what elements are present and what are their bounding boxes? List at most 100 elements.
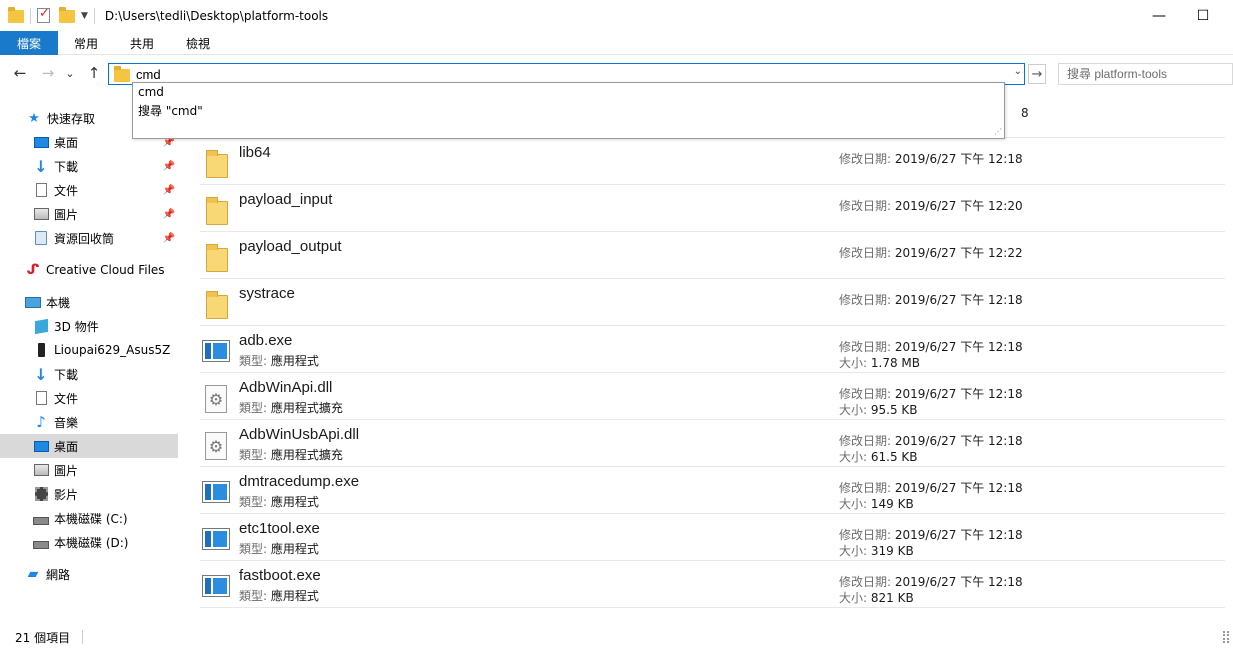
application-icon bbox=[202, 479, 230, 507]
file-list: 8 lib64 修改日期: 2019/6/27 下午 12:18 payload… bbox=[187, 91, 1225, 624]
tab-view[interactable]: 檢視 bbox=[170, 31, 226, 55]
file-date: 修改日期: 2019/6/27 下午 12:18 bbox=[839, 387, 1023, 401]
file-type: 類型: 應用程式 bbox=[239, 589, 319, 603]
sidebar-item-label: 資源回收筒 bbox=[54, 231, 115, 246]
maximize-button[interactable]: ☐ bbox=[1180, 0, 1226, 31]
back-button[interactable]: ← bbox=[10, 64, 30, 82]
sidebar-item-this-pc[interactable]: 本機 bbox=[0, 290, 178, 314]
downloads-icon: ↓ bbox=[34, 364, 48, 384]
sidebar-item-drive-d[interactable]: 本機磁碟 (D:) bbox=[0, 530, 178, 554]
search-box[interactable] bbox=[1058, 63, 1233, 85]
customize-toolbar-dropdown-icon[interactable]: ▼ bbox=[81, 11, 88, 21]
up-button[interactable]: ↑ bbox=[84, 64, 104, 82]
resize-grip-icon[interactable] bbox=[1223, 631, 1229, 643]
application-icon bbox=[202, 573, 230, 601]
sidebar-item-label: 本機磁碟 (C:) bbox=[54, 511, 128, 526]
file-name: payload_output bbox=[239, 238, 342, 255]
recent-locations-dropdown[interactable]: ⌄ bbox=[63, 64, 77, 82]
list-item[interactable]: payload_input 修改日期: 2019/6/27 下午 12:20 bbox=[200, 185, 1225, 232]
ribbon-tabs: 檔案 常用 共用 檢視 bbox=[0, 31, 1233, 55]
file-date: 修改日期: 2019/6/27 下午 12:18 bbox=[839, 293, 1023, 307]
sidebar-item-label: 音樂 bbox=[54, 415, 79, 430]
file-date: 修改日期: 2019/6/27 下午 12:20 bbox=[839, 199, 1023, 213]
sidebar-item-network[interactable]: ▰ 網路 bbox=[0, 562, 178, 586]
sidebar-item-recycle-bin[interactable]: 資源回收筒 📌 bbox=[0, 226, 178, 250]
divider bbox=[30, 7, 31, 24]
network-icon: ▰ bbox=[27, 566, 39, 582]
phone-icon bbox=[33, 342, 49, 358]
file-name: etc1tool.exe bbox=[239, 520, 320, 537]
folder-icon bbox=[114, 66, 130, 82]
resize-grip-icon[interactable]: ⋰ bbox=[994, 128, 1002, 136]
sidebar-item-label: 文件 bbox=[54, 391, 79, 406]
list-item[interactable]: payload_output 修改日期: 2019/6/27 下午 12:22 bbox=[200, 232, 1225, 279]
folder-icon bbox=[202, 197, 230, 225]
sidebar-item-music[interactable]: ♪ 音樂 bbox=[0, 410, 178, 434]
tab-share[interactable]: 共用 bbox=[114, 31, 170, 55]
file-name: fastboot.exe bbox=[239, 567, 321, 584]
sidebar-item-label: 影片 bbox=[54, 487, 79, 502]
go-button[interactable]: → bbox=[1028, 64, 1046, 84]
sidebar-item-label: 3D 物件 bbox=[54, 319, 99, 334]
videos-icon bbox=[33, 486, 49, 502]
address-input[interactable] bbox=[136, 65, 996, 83]
sidebar-item-3d-objects[interactable]: 3D 物件 bbox=[0, 314, 178, 338]
suggestion-item[interactable]: cmd bbox=[133, 83, 1004, 102]
list-item[interactable]: ⚙ AdbWinUsbApi.dll 類型: 應用程式擴充 修改日期: 2019… bbox=[200, 420, 1225, 467]
file-size: 大小: 149 KB bbox=[839, 497, 914, 511]
list-item[interactable]: fastboot.exe 類型: 應用程式 修改日期: 2019/6/27 下午… bbox=[200, 561, 1225, 608]
file-type: 類型: 應用程式擴充 bbox=[239, 448, 343, 462]
3d-objects-icon bbox=[33, 318, 49, 334]
divider bbox=[93, 7, 95, 24]
pictures-icon bbox=[33, 206, 49, 222]
this-pc-icon bbox=[25, 294, 41, 310]
divider bbox=[82, 630, 84, 644]
file-date: 修改日期: 2019/6/27 下午 12:18 bbox=[839, 152, 1023, 166]
list-item[interactable]: systrace 修改日期: 2019/6/27 下午 12:18 bbox=[200, 279, 1225, 326]
file-name: adb.exe bbox=[239, 332, 293, 349]
sidebar-item-documents[interactable]: 文件 bbox=[0, 386, 178, 410]
sidebar-item-label: 圖片 bbox=[54, 207, 79, 222]
sidebar-item-downloads-pinned[interactable]: ↓ 下載 📌 bbox=[0, 154, 178, 178]
sidebar-item-label: 網路 bbox=[46, 567, 71, 582]
content-scrollbar[interactable] bbox=[1225, 91, 1233, 624]
file-type: 類型: 應用程式擴充 bbox=[239, 401, 343, 415]
sidebar-item-downloads[interactable]: ↓ 下載 bbox=[0, 362, 178, 386]
sidebar-item-desktop[interactable]: 桌面 bbox=[0, 434, 178, 458]
minimize-button[interactable]: — bbox=[1136, 0, 1182, 31]
sidebar-item-label: 下載 bbox=[54, 367, 79, 382]
sidebar-item-label: 下載 bbox=[54, 159, 79, 174]
sidebar-item-videos[interactable]: 影片 bbox=[0, 482, 178, 506]
tab-home[interactable]: 常用 bbox=[58, 31, 114, 55]
sidebar-item-label: 桌面 bbox=[54, 439, 79, 454]
list-item[interactable]: dmtracedump.exe 類型: 應用程式 修改日期: 2019/6/27… bbox=[200, 467, 1225, 514]
sidebar-item-documents-pinned[interactable]: 文件 📌 bbox=[0, 178, 178, 202]
chevron-down-icon[interactable]: ⌄ bbox=[1014, 66, 1022, 77]
folder-icon bbox=[202, 244, 230, 272]
navigation-pane: ★ 快速存取 桌面 📌 ↓ 下載 📌 文件 📌 圖片 📌 資源回收筒 📌 ᔑ C… bbox=[0, 91, 178, 624]
sidebar-item-drive-c[interactable]: 本機磁碟 (C:) bbox=[0, 506, 178, 530]
sidebar-item-phone[interactable]: Lioupai629_Asus5Z bbox=[0, 338, 178, 362]
sidebar-item-creative-cloud[interactable]: ᔑ Creative Cloud Files bbox=[0, 258, 178, 282]
list-item[interactable]: etc1tool.exe 類型: 應用程式 修改日期: 2019/6/27 下午… bbox=[200, 514, 1225, 561]
file-name: lib64 bbox=[239, 144, 271, 161]
sidebar-item-pictures-pinned[interactable]: 圖片 📌 bbox=[0, 202, 178, 226]
sidebar-scrollbar[interactable] bbox=[178, 91, 187, 624]
list-item[interactable] bbox=[200, 608, 1225, 624]
tab-file[interactable]: 檔案 bbox=[0, 31, 59, 55]
pin-icon: 📌 bbox=[162, 160, 175, 172]
suggestion-item[interactable]: 搜尋 "cmd" bbox=[133, 102, 1004, 121]
properties-icon[interactable] bbox=[37, 6, 53, 24]
sidebar-item-pictures[interactable]: 圖片 bbox=[0, 458, 178, 482]
dll-gear-icon: ⚙ bbox=[202, 432, 230, 460]
list-item[interactable]: adb.exe 類型: 應用程式 修改日期: 2019/6/27 下午 12:1… bbox=[200, 326, 1225, 373]
list-item[interactable]: lib64 修改日期: 2019/6/27 下午 12:18 bbox=[200, 138, 1225, 185]
sidebar-item-label: 桌面 bbox=[54, 135, 79, 150]
folder-icon bbox=[8, 6, 24, 24]
list-item[interactable]: ⚙ AdbWinApi.dll 類型: 應用程式擴充 修改日期: 2019/6/… bbox=[200, 373, 1225, 420]
search-input[interactable] bbox=[1067, 64, 1227, 84]
new-folder-icon[interactable] bbox=[59, 6, 75, 24]
documents-icon bbox=[33, 182, 49, 198]
folder-icon bbox=[202, 150, 230, 178]
forward-button[interactable]: → bbox=[38, 64, 58, 82]
